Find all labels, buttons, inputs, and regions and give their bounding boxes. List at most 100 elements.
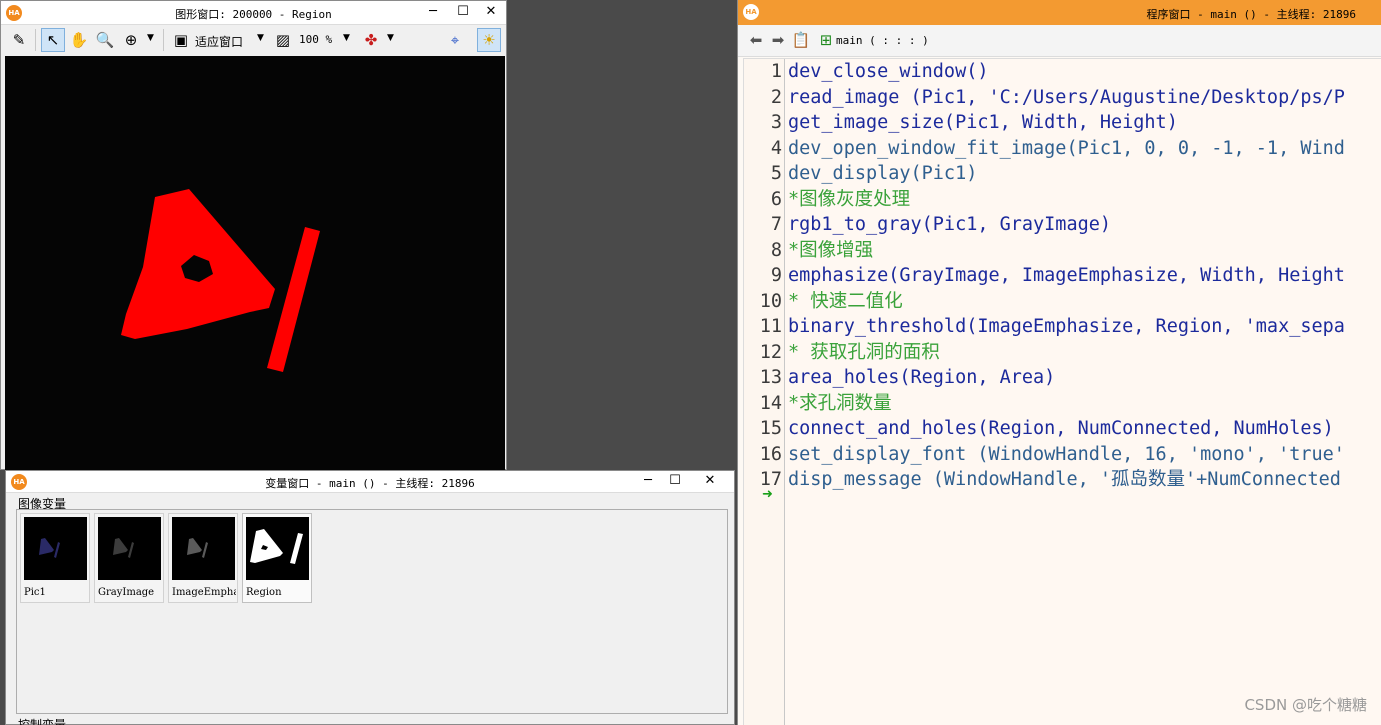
code-line[interactable]: 8 *图像增强 — [744, 238, 1381, 264]
code-line[interactable]: 14 *求孔洞数量 — [744, 391, 1381, 417]
code-line[interactable]: 5 dev_display(Pic1) — [744, 161, 1381, 187]
program-toolbar: ⬅ ➡ 📋 ⊞ main ( : : : ) — [738, 25, 1381, 57]
line-number: 11 — [759, 316, 782, 337]
procedure-list-icon[interactable]: 📋 — [789, 28, 813, 52]
code-text[interactable]: *图像增强 — [788, 238, 873, 263]
code-text[interactable]: dev_display(Pic1) — [788, 161, 977, 186]
code-text[interactable]: area_holes(Region, Area) — [788, 365, 1055, 390]
maximize-icon[interactable]: ☐ — [663, 472, 687, 490]
code-text[interactable]: *图像灰度处理 — [788, 187, 910, 212]
code-line[interactable]: 13 area_holes(Region, Area) — [744, 365, 1381, 391]
chevron-down-icon[interactable]: ▼ — [257, 33, 264, 43]
magnifier-icon[interactable]: 🔍 — [93, 28, 117, 52]
fit-window-label[interactable]: 适应窗口 — [195, 33, 243, 50]
line-number: 4 — [770, 137, 782, 159]
fit-window-icon[interactable]: ▣ — [169, 28, 193, 52]
thumbnail-label: GrayImage — [98, 587, 155, 598]
thumbnail-image — [98, 517, 161, 580]
code-text[interactable]: connect_and_holes(Region, NumConnected, … — [788, 416, 1334, 441]
bar-region — [267, 227, 320, 372]
code-line[interactable]: 10 * 快速二值化 — [744, 289, 1381, 315]
zoom-in-icon[interactable]: ⊕ — [119, 28, 143, 52]
minimize-icon[interactable]: ─ — [636, 472, 660, 490]
line-number: 3 — [770, 112, 782, 133]
graphics-toolbar: ✎ ↖ ✋ 🔍 ⊕ ▼ ▣ 适应窗口 ▼ ▨ 100 % ▼ ✤ ▼ ⌖ ☀ — [1, 25, 506, 55]
code-line[interactable]: 2 read_image (Pic1, 'C:/Users/Augustine/D… — [744, 85, 1381, 111]
line-number: 14 — [759, 392, 782, 414]
line-number: 8 — [770, 239, 782, 261]
code-editor[interactable]: ➜ 1 dev_close_window() 2 read_image (Pic1, … — [743, 58, 1381, 725]
minimize-icon[interactable]: ─ — [421, 3, 445, 21]
thumbnail-pic1[interactable]: Pic1 — [20, 513, 90, 603]
chevron-down-icon[interactable]: ▼ — [387, 33, 394, 43]
code-line[interactable]: 15 connect_and_holes(Region, NumConnected… — [744, 416, 1381, 442]
code-text[interactable]: emphasize(GrayImage, ImageEmphasize, Wid… — [788, 263, 1345, 288]
line-number: 16 — [759, 443, 782, 465]
image-canvas[interactable] — [5, 56, 505, 471]
code-line[interactable]: 11 binary_threshold(ImageEmphasize, Regio… — [744, 314, 1381, 340]
lightbulb-icon[interactable]: ☀ — [477, 28, 501, 52]
code-line[interactable]: 4 dev_open_window_fit_image(Pic1, 0, 0, -… — [744, 136, 1381, 162]
inspect-icon[interactable]: ⌖ — [443, 28, 467, 52]
line-number: 17 — [759, 469, 782, 490]
chevron-down-icon[interactable]: ▼ — [343, 33, 350, 43]
thumbnail-label: Region — [246, 587, 282, 598]
forward-arrow-icon[interactable]: ➡ — [766, 28, 790, 52]
code-line[interactable]: 16 set_display_font (WindowHandle, 16, 'm… — [744, 442, 1381, 468]
toolbar-divider — [35, 29, 36, 51]
zoom-icon[interactable]: ▨ — [271, 28, 295, 52]
code-text[interactable]: *求孔洞数量 — [788, 391, 892, 416]
back-arrow-icon[interactable]: ⬅ — [744, 28, 768, 52]
edit-icon[interactable]: ✎ — [7, 28, 31, 52]
line-number: 7 — [770, 214, 782, 235]
variables-window-titlebar[interactable]: HA 变量窗口 - main () - 主线程: 21896 ─ ☐ ✕ — [6, 471, 734, 493]
code-text[interactable]: disp_message (WindowHandle, '孤岛数量'+NumCo… — [788, 467, 1341, 492]
procedure-icon: ⊞ — [819, 31, 833, 49]
close-icon[interactable]: ✕ — [698, 472, 722, 490]
color-palette-icon[interactable]: ✤ — [359, 28, 383, 52]
code-text[interactable]: dev_close_window() — [788, 59, 988, 84]
program-window-title: 程序窗口 - main () - 主线程: 21896 — [1146, 8, 1356, 21]
maximize-icon[interactable]: ☐ — [451, 3, 475, 21]
hand-icon[interactable]: ✋ — [67, 28, 91, 52]
line-number: 6 — [770, 188, 782, 210]
line-number: 15 — [759, 418, 782, 439]
line-number: 2 — [770, 86, 782, 108]
code-text[interactable]: set_display_font (WindowHandle, 16, 'mon… — [788, 442, 1345, 467]
code-text[interactable]: binary_threshold(ImageEmphasize, Region,… — [788, 314, 1345, 339]
thumbnail-region[interactable]: Region — [242, 513, 312, 603]
code-text[interactable]: read_image (Pic1, 'C:/Users/Augustine/De… — [788, 85, 1345, 110]
code-line[interactable]: 1 dev_close_window() — [744, 59, 1381, 85]
code-line[interactable]: 12 * 获取孔洞的面积 — [744, 340, 1381, 366]
line-number: 9 — [770, 265, 782, 286]
thumbnail-grayimage[interactable]: GrayImage — [94, 513, 164, 603]
code-text[interactable]: rgb1_to_gray(Pic1, GrayImage) — [788, 212, 1111, 237]
code-text[interactable]: get_image_size(Pic1, Width, Height) — [788, 110, 1178, 135]
thumbnail-imageemphasize[interactable]: ImageEmphasize — [168, 513, 238, 603]
procedure-selector[interactable]: main ( : : : ) — [836, 34, 929, 47]
code-text[interactable]: * 快速二值化 — [788, 289, 903, 314]
graphics-window: HA 图形窗口: 200000 - Region ─ ☐ ✕ ✎ ↖ ✋ 🔍 ⊕… — [0, 0, 507, 471]
code-line[interactable]: 7 rgb1_to_gray(Pic1, GrayImage) — [744, 212, 1381, 238]
line-number: 13 — [759, 367, 782, 388]
thumbnail-image — [172, 517, 235, 580]
thumbnail-label: ImageEmphasize — [172, 587, 236, 598]
thumbnail-label: Pic1 — [24, 587, 46, 598]
code-line[interactable]: 17 disp_message (WindowHandle, '孤岛数量'+Num… — [744, 467, 1381, 493]
code-text[interactable]: * 获取孔洞的面积 — [788, 340, 940, 365]
zoom-value[interactable]: 100 % — [299, 33, 332, 46]
program-window-titlebar[interactable]: HA 程序窗口 - main () - 主线程: 21896 — [738, 0, 1381, 25]
line-number: 5 — [770, 163, 782, 184]
graphics-window-titlebar[interactable]: HA 图形窗口: 200000 - Region ─ ☐ ✕ — [1, 1, 506, 25]
code-line[interactable]: 3 get_image_size(Pic1, Width, Height) — [744, 110, 1381, 136]
close-icon[interactable]: ✕ — [479, 3, 503, 21]
thumbnail-image — [246, 517, 309, 580]
control-variables-label: 控制变量 — [18, 718, 67, 725]
chevron-down-icon[interactable]: ▼ — [147, 33, 154, 43]
line-number: 12 — [759, 341, 782, 363]
code-text[interactable]: dev_open_window_fit_image(Pic1, 0, 0, -1… — [788, 136, 1345, 161]
code-line[interactable]: 9 emphasize(GrayImage, ImageEmphasize, Wi… — [744, 263, 1381, 289]
pointer-icon[interactable]: ↖ — [41, 28, 65, 52]
code-line[interactable]: 6 *图像灰度处理 — [744, 187, 1381, 213]
toolbar-divider — [163, 29, 164, 51]
